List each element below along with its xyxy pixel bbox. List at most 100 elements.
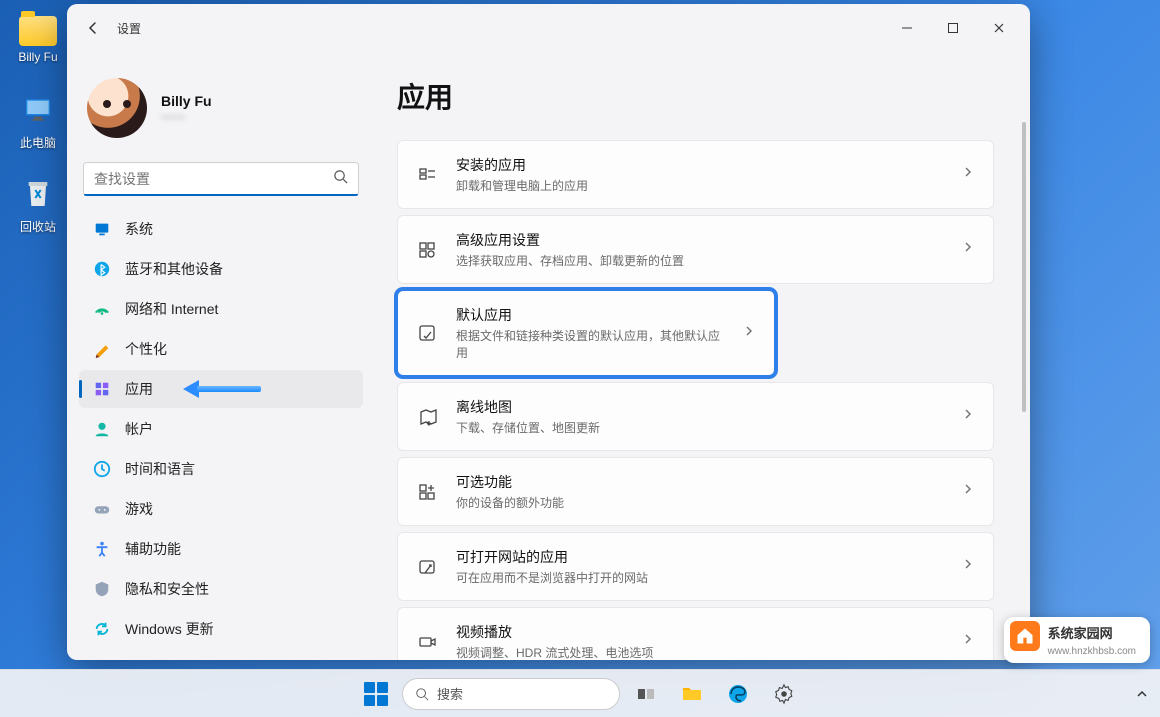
scrollbar[interactable] [1022,122,1026,650]
task-view-button[interactable] [626,674,666,714]
close-button[interactable] [976,12,1022,44]
accounts-icon [93,420,111,438]
sidebar-item-personalization[interactable]: 个性化 [79,330,363,368]
search-box[interactable] [83,162,359,196]
profile-name: Billy Fu [161,93,212,109]
arrow-left-icon [85,20,101,36]
cards-list: 安装的应用卸载和管理电脑上的应用高级应用设置选择获取应用、存档应用、卸载更新的位… [397,140,1012,660]
search-icon [415,687,429,701]
sidebar-item-gaming[interactable]: 游戏 [79,490,363,528]
card-subtitle: 根据文件和链接种类设置的默认应用，其他默认应用 [456,327,724,361]
chevron-right-icon [961,407,975,426]
card-title: 可选功能 [456,472,943,492]
desktop-icon-label: 此电脑 [6,134,70,151]
card-web-apps[interactable]: 可打开网站的应用可在应用而不是浏览器中打开的网站 [397,532,994,601]
avatar [87,78,147,138]
account-tile[interactable]: Billy Fu —— [79,64,373,156]
chevron-right-icon [961,557,975,576]
sidebar: Billy Fu —— 系统蓝牙和其他设备网络和 Internet 个性化应用帐户… [67,52,373,660]
taskbar: 搜索 [0,669,1160,717]
card-video[interactable]: 视频播放视频调整、HDR 流式处理、电池选项 [397,607,994,660]
settings-taskbar-button[interactable] [764,674,804,714]
card-optional[interactable]: 可选功能你的设备的额外功能 [397,457,994,526]
card-subtitle: 视频调整、HDR 流式处理、电池选项 [456,644,943,660]
personalization-icon [93,340,111,358]
taskbar-search[interactable]: 搜索 [402,678,620,710]
window-title: 设置 [117,20,141,37]
chevron-right-icon [961,240,975,259]
sidebar-item-label: 网络和 Internet [125,299,218,319]
task-view-icon [636,684,656,704]
card-subtitle: 卸载和管理电脑上的应用 [456,177,943,194]
gaming-icon [93,500,111,518]
maximize-button[interactable] [930,12,976,44]
installed-icon [416,165,438,185]
monitor-icon [18,90,58,130]
sidebar-item-label: 游戏 [125,499,153,519]
back-button[interactable] [75,10,111,46]
card-title: 视频播放 [456,622,943,642]
main-content: 应用 安装的应用卸载和管理电脑上的应用高级应用设置选择获取应用、存档应用、卸载更… [373,52,1030,660]
sidebar-item-update[interactable]: Windows 更新 [79,610,363,648]
desktop-icon-user-folder[interactable]: Billy Fu [6,6,70,64]
card-title: 可打开网站的应用 [456,547,943,567]
chevron-right-icon [742,324,756,343]
card-title: 默认应用 [456,305,724,325]
watermark-url: www.hnzkhbsb.com [1048,646,1136,657]
edge-icon [727,683,749,705]
update-icon [93,620,111,638]
watermark-title: 系统家园网 [1048,626,1113,641]
sidebar-item-privacy[interactable]: 隐私和安全性 [79,570,363,608]
house-icon [1010,621,1040,651]
desktop-icon-recycle-bin[interactable]: 回收站 [6,174,70,235]
system-tray[interactable] [1136,688,1148,700]
scrollbar-thumb[interactable] [1022,122,1026,412]
sidebar-item-label: 隐私和安全性 [125,579,209,599]
card-subtitle: 下载、存储位置、地图更新 [456,419,943,436]
chevron-right-icon [961,632,975,651]
minimize-button[interactable] [884,12,930,44]
sidebar-item-accessibility[interactable]: 辅助功能 [79,530,363,568]
card-default[interactable]: 默认应用根据文件和链接种类设置的默认应用，其他默认应用 [397,290,775,376]
desktop-icon-this-pc[interactable]: 此电脑 [6,90,70,151]
sidebar-item-accounts[interactable]: 帐户 [79,410,363,448]
windows-logo-icon [364,682,388,706]
sidebar-item-label: 应用 [125,379,153,399]
bluetooth-icon [93,260,111,278]
settings-window: 设置 Billy Fu —— 系统蓝牙和其他设备网络和 Internet个性 [67,4,1030,660]
card-title: 离线地图 [456,397,943,417]
recycle-bin-icon [18,174,58,214]
sidebar-item-label: 帐户 [125,419,153,439]
sidebar-item-apps[interactable]: 应用 [79,370,363,408]
sidebar-item-label: 辅助功能 [125,539,181,559]
sidebar-item-bluetooth[interactable]: 蓝牙和其他设备 [79,250,363,288]
chevron-up-icon [1136,688,1148,700]
card-advanced[interactable]: 高级应用设置选择获取应用、存档应用、卸载更新的位置 [397,215,994,284]
close-icon [993,22,1005,34]
search-input[interactable] [94,171,333,187]
accessibility-icon [93,540,111,558]
profile-email: —— [161,109,212,123]
card-offline-maps[interactable]: 离线地图下载、存储位置、地图更新 [397,382,994,451]
explorer-button[interactable] [672,674,712,714]
titlebar: 设置 [67,4,1030,52]
folder-icon [18,6,58,46]
sidebar-item-label: 时间和语言 [125,459,195,479]
card-installed[interactable]: 安装的应用卸载和管理电脑上的应用 [397,140,994,209]
system-icon [93,220,111,238]
privacy-icon [93,580,111,598]
card-subtitle: 选择获取应用、存档应用、卸载更新的位置 [456,252,943,269]
desktop-icon-label: Billy Fu [6,50,70,64]
time-icon [93,460,111,478]
sidebar-item-system[interactable]: 系统 [79,210,363,248]
gear-icon [773,683,795,705]
watermark: 系统家园网 www.hnzkhbsb.com [1004,617,1150,663]
offline-maps-icon [416,407,438,427]
sidebar-item-time[interactable]: 时间和语言 [79,450,363,488]
edge-button[interactable] [718,674,758,714]
card-title: 安装的应用 [456,155,943,175]
desktop-icon-label: 回收站 [6,218,70,235]
start-button[interactable] [356,674,396,714]
default-icon [416,323,438,343]
sidebar-item-network[interactable]: 网络和 Internet [79,290,363,328]
